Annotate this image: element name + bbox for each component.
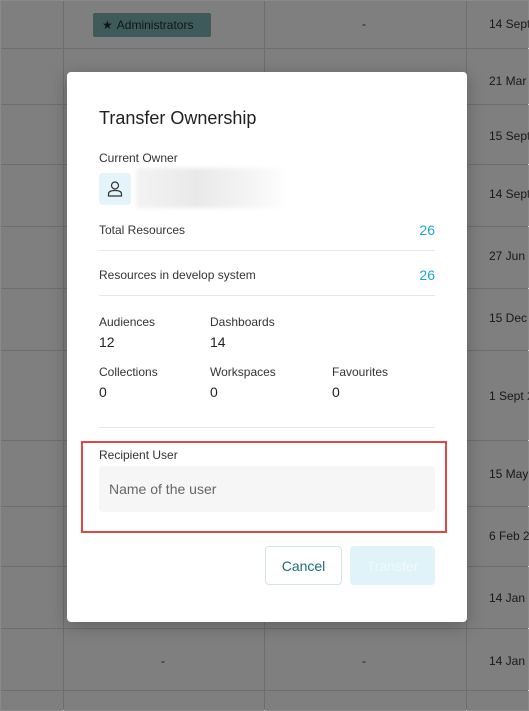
- audiences-value: 12: [99, 334, 115, 350]
- stat-value: 26: [419, 267, 435, 283]
- recipient-user-label: Recipient User: [99, 448, 178, 462]
- audiences-label: Audiences: [99, 315, 156, 329]
- workspaces-value: 0: [210, 384, 218, 400]
- owner-name-redacted: [136, 168, 288, 208]
- cancel-button[interactable]: Cancel: [265, 546, 342, 585]
- stat-value: 26: [419, 222, 435, 238]
- favourites-label: Favourites: [332, 365, 389, 379]
- transfer-ownership-dialog: Transfer Ownership Current Owner Total R…: [67, 72, 467, 622]
- stat-label: Resources in develop system: [99, 268, 256, 282]
- dashboards-label: Dashboards: [210, 315, 275, 329]
- transfer-button[interactable]: Transfer: [350, 546, 435, 585]
- workspaces-label: Workspaces: [210, 365, 276, 379]
- avatar: [99, 173, 131, 205]
- dialog-title: Transfer Ownership: [99, 108, 257, 128]
- stat-row-develop-resources: Resources in develop system 26: [99, 260, 435, 296]
- current-owner-label: Current Owner: [99, 151, 178, 165]
- recipient-user-input[interactable]: [99, 466, 435, 512]
- stat-label: Total Resources: [99, 223, 186, 237]
- divider: [99, 427, 435, 428]
- user-icon: [107, 181, 123, 197]
- stat-row-total-resources: Total Resources 26: [99, 215, 435, 251]
- collections-label: Collections: [99, 365, 158, 379]
- favourites-value: 0: [332, 384, 340, 400]
- dashboards-value: 14: [210, 334, 226, 350]
- collections-value: 0: [99, 384, 107, 400]
